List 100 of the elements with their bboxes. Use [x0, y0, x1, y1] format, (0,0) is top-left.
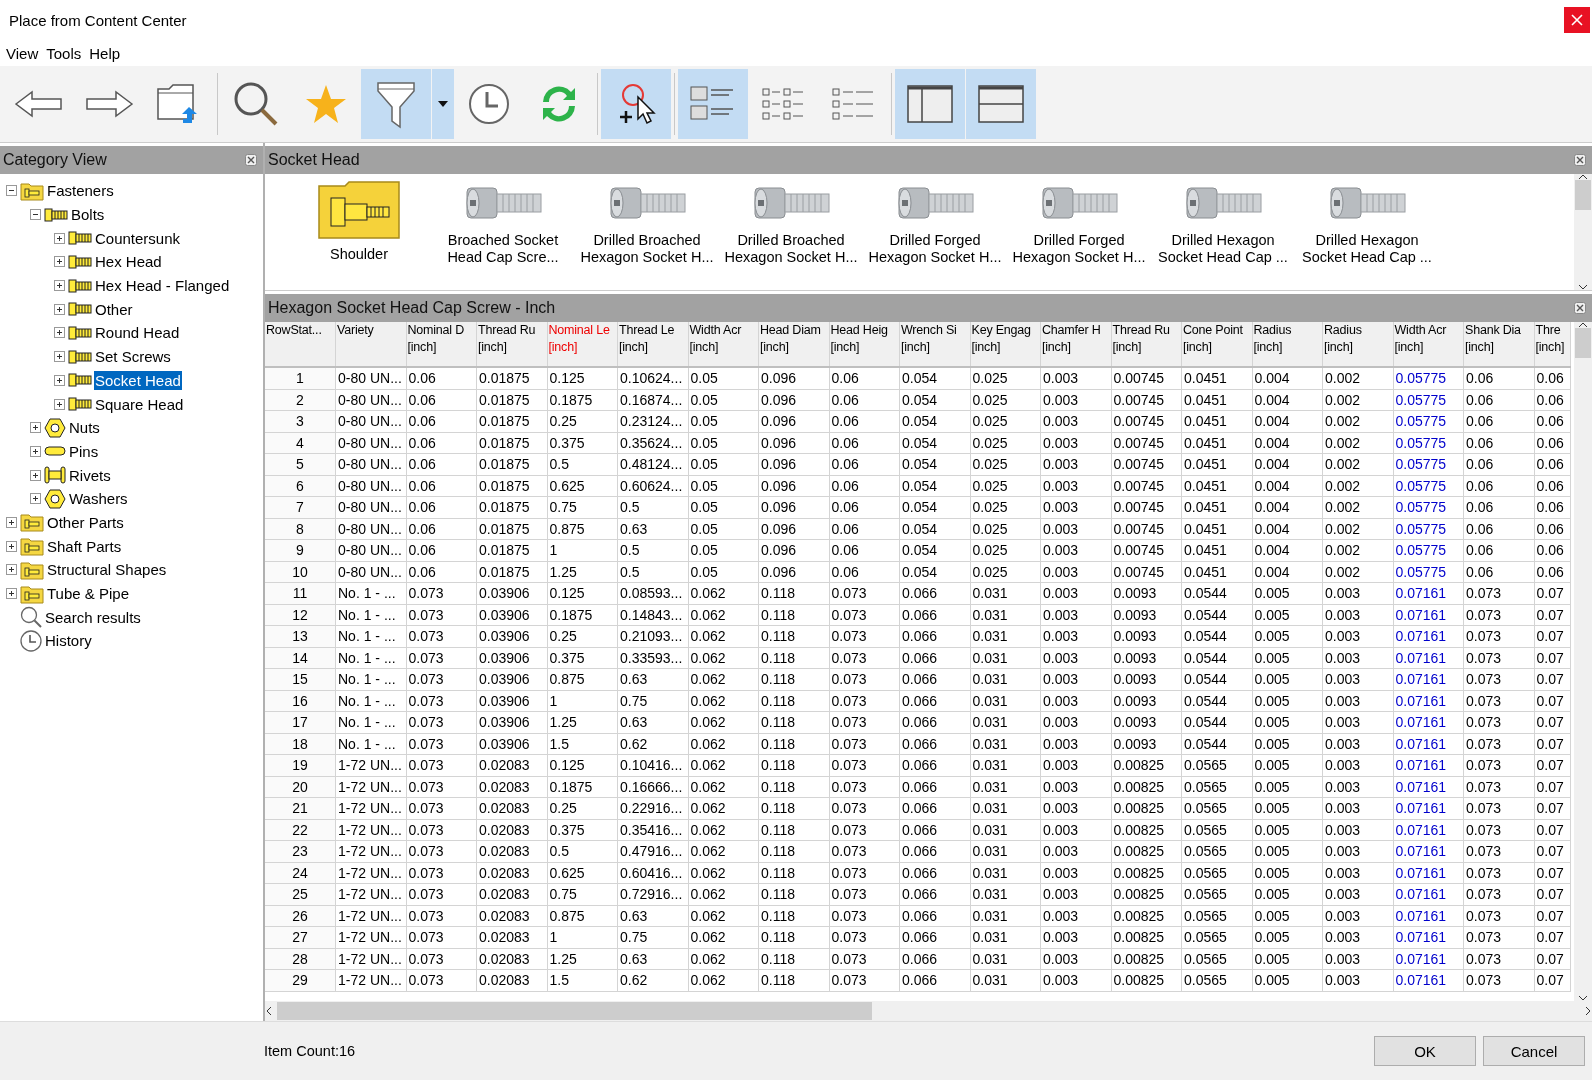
- two-pane-layout-icon: [906, 84, 954, 124]
- expander-icon[interactable]: [6, 540, 17, 552]
- tree-item[interactable]: Countersunk: [94, 228, 182, 248]
- column-header[interactable]: Width Acr [inch]: [1393, 322, 1464, 367]
- expander-icon[interactable]: [30, 493, 41, 505]
- column-header[interactable]: Thread Ru [inch]: [476, 322, 547, 367]
- expander-icon[interactable]: [54, 256, 65, 268]
- table-cell: 0.06: [1534, 475, 1570, 497]
- table-cell: 0.118: [758, 754, 829, 776]
- table-cell: 0.031: [970, 840, 1041, 862]
- column-header[interactable]: Radius [inch]: [1322, 322, 1393, 367]
- scroll-down-icon[interactable]: [1578, 284, 1588, 290]
- tree-item[interactable]: Nuts: [68, 418, 101, 438]
- column-header[interactable]: RowStat...: [265, 322, 336, 367]
- expander-icon[interactable]: [30, 469, 41, 481]
- scroll-left-icon[interactable]: [265, 1006, 273, 1016]
- expander-icon[interactable]: [54, 327, 65, 339]
- tree-item[interactable]: Pins: [68, 441, 100, 461]
- thumbnail-label[interactable]: Drilled Broached Hexagon Socket H...: [721, 232, 861, 266]
- tree-item[interactable]: Rivets: [68, 465, 112, 485]
- ok-button[interactable]: OK: [1374, 1036, 1476, 1066]
- column-header[interactable]: Radius [inch]: [1252, 322, 1323, 367]
- tree-item[interactable]: Search results: [44, 607, 142, 627]
- column-header[interactable]: Nominal D [inch]: [406, 322, 477, 367]
- tree-item[interactable]: Other: [94, 299, 134, 319]
- column-header[interactable]: Head Heig [inch]: [829, 322, 900, 367]
- expander-icon[interactable]: [6, 516, 17, 528]
- scroll-right-icon[interactable]: [1584, 1006, 1592, 1016]
- folder-icon[interactable]: [317, 180, 401, 240]
- expander-icon[interactable]: [6, 588, 17, 600]
- thumbnail-label[interactable]: Shoulder: [289, 246, 429, 263]
- tree-item[interactable]: Socket Head: [94, 370, 182, 390]
- menu-item[interactable]: Help: [85, 44, 125, 62]
- expander-icon[interactable]: [54, 398, 65, 410]
- expander-icon[interactable]: [54, 303, 65, 315]
- table-cell: 0.062: [688, 625, 759, 647]
- column-header[interactable]: Chamfer H [inch]: [1040, 322, 1111, 367]
- caret-button[interactable]: [432, 69, 454, 139]
- column-header[interactable]: Wrench Si [inch]: [899, 322, 970, 367]
- expander-icon[interactable]: [54, 374, 65, 386]
- scrollbar[interactable]: [1574, 322, 1592, 1001]
- expander-icon[interactable]: [54, 351, 65, 363]
- column-header[interactable]: Cone Point [inch]: [1181, 322, 1252, 367]
- column-header[interactable]: Thread Ru [inch]: [1111, 322, 1182, 367]
- tree-item[interactable]: Round Head: [94, 323, 181, 343]
- scrollbar[interactable]: [265, 1001, 1592, 1021]
- thumbnail-view-button[interactable]: [678, 69, 748, 139]
- column-header[interactable]: Thre [inch]: [1534, 322, 1570, 367]
- two-pane-layout-button[interactable]: [895, 69, 965, 139]
- expander-icon[interactable]: [6, 185, 17, 197]
- column-header[interactable]: Nominal Le [inch]: [547, 322, 618, 367]
- expander-icon[interactable]: [6, 564, 17, 576]
- tree-item[interactable]: Shaft Parts: [46, 536, 123, 556]
- column-header[interactable]: Head Diam [inch]: [758, 322, 829, 367]
- tree-item[interactable]: Tube & Pipe: [46, 584, 130, 604]
- tree-item[interactable]: Hex Head - Flanged: [94, 276, 231, 296]
- tree-item[interactable]: Hex Head: [94, 252, 163, 272]
- menu-item[interactable]: View: [2, 44, 43, 62]
- cancel-button[interactable]: Cancel: [1483, 1036, 1585, 1066]
- tree-item[interactable]: Washers: [68, 489, 129, 509]
- close-icon[interactable]: [245, 154, 257, 166]
- scroll-thumb[interactable]: [277, 1002, 872, 1020]
- column-header[interactable]: Width Acr [inch]: [688, 322, 759, 367]
- menu-item[interactable]: Tools: [42, 44, 86, 62]
- scroll-down-icon[interactable]: [1578, 995, 1588, 1001]
- close-icon[interactable]: [1574, 154, 1586, 166]
- thumbnail-label[interactable]: Drilled Hexagon Socket Head Cap ...: [1297, 232, 1437, 266]
- scroll-thumb[interactable]: [1575, 180, 1591, 210]
- close-button[interactable]: [1564, 7, 1590, 33]
- column-header[interactable]: Key Engag [inch]: [970, 322, 1041, 367]
- table-cell: 0.0544: [1181, 604, 1252, 626]
- table-cell: 0.05775: [1393, 410, 1464, 432]
- scroll-up-icon[interactable]: [1578, 174, 1588, 180]
- thumbnail-label[interactable]: Drilled Forged Hexagon Socket H...: [1009, 232, 1149, 266]
- close-icon[interactable]: [1574, 302, 1586, 314]
- scroll-up-icon[interactable]: [1578, 322, 1588, 328]
- tree-item[interactable]: Structural Shapes: [46, 560, 168, 580]
- tree-item[interactable]: Square Head: [94, 394, 185, 414]
- expander-icon[interactable]: [30, 422, 41, 434]
- column-header[interactable]: Shank Dia [inch]: [1463, 322, 1534, 367]
- pick-cursor-button[interactable]: [601, 69, 671, 139]
- scrollbar[interactable]: [1574, 174, 1592, 290]
- tree-item[interactable]: History: [44, 631, 93, 651]
- scroll-thumb[interactable]: [1575, 328, 1591, 358]
- stacked-layout-button[interactable]: [966, 69, 1036, 139]
- expander-icon[interactable]: [30, 445, 41, 457]
- tree-item[interactable]: Bolts: [70, 205, 106, 225]
- expander-icon[interactable]: [54, 280, 65, 292]
- tree-item[interactable]: Other Parts: [46, 512, 125, 532]
- thumbnail-label[interactable]: Drilled Forged Hexagon Socket H...: [865, 232, 1005, 266]
- expander-icon[interactable]: [54, 232, 65, 244]
- tree-item[interactable]: Fasteners: [46, 181, 115, 201]
- thumbnail-label[interactable]: Broached Socket Head Cap Scre...: [433, 232, 573, 266]
- thumbnail-label[interactable]: Drilled Broached Hexagon Socket H...: [577, 232, 717, 266]
- filter-button[interactable]: [361, 69, 431, 139]
- column-header[interactable]: Thread Le [inch]: [617, 322, 688, 367]
- tree-item[interactable]: Set Screws: [94, 347, 172, 367]
- thumbnail-label[interactable]: Drilled Hexagon Socket Head Cap ...: [1153, 232, 1293, 266]
- column-header[interactable]: Variety: [335, 322, 406, 367]
- expander-icon[interactable]: [30, 209, 41, 221]
